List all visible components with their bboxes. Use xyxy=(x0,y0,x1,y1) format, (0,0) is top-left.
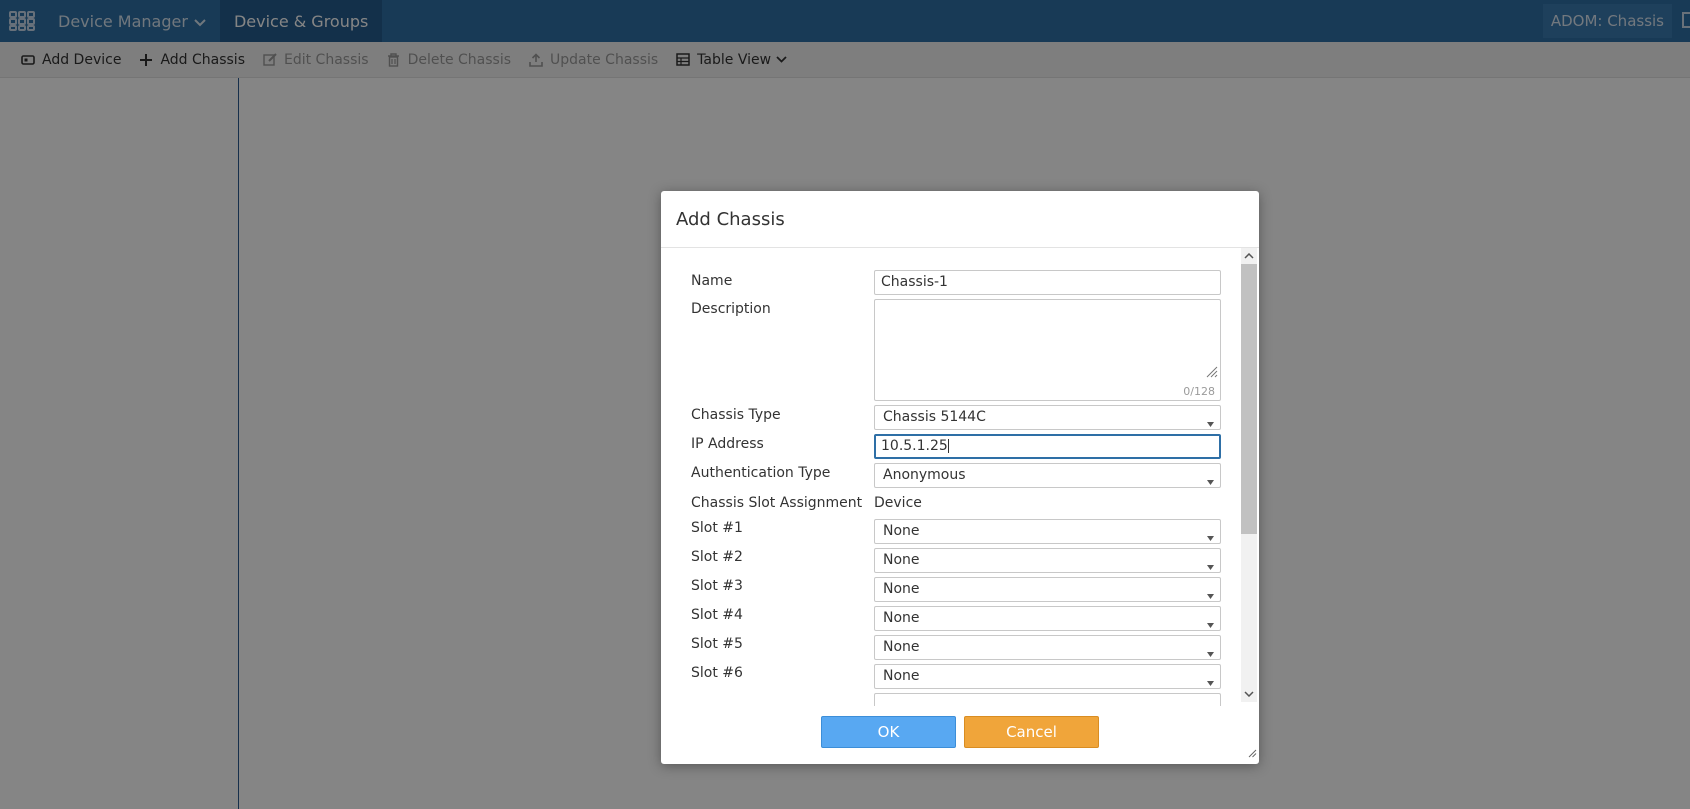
slot-label: Slot #3 xyxy=(691,578,743,594)
slot-label: Slot #5 xyxy=(691,636,743,652)
slot-label: Slot #1 xyxy=(691,520,743,536)
chassis-type-select[interactable]: Chassis 5144C xyxy=(874,405,1221,430)
caret-down-icon xyxy=(1207,587,1214,603)
slot-label: Slot #4 xyxy=(691,607,743,623)
slot-4-select[interactable]: None xyxy=(874,606,1221,631)
ip-address-value: 10.5.1.25 xyxy=(881,438,948,454)
slot-value: None xyxy=(883,668,920,684)
description-char-counter: 0/128 xyxy=(1183,385,1215,398)
slot-device-header: Device xyxy=(874,495,922,511)
chassis-type-label: Chassis Type xyxy=(691,407,781,423)
dialog-body: Name Chassis-1 Description 0/128 Chassis… xyxy=(661,248,1259,706)
slot-row: Slot #2 None xyxy=(691,548,1221,573)
scroll-up-icon[interactable] xyxy=(1241,248,1257,264)
slot-row: Slot #5 None xyxy=(691,635,1221,660)
dialog-header: Add Chassis xyxy=(661,191,1259,248)
chassis-type-value: Chassis 5144C xyxy=(883,409,986,425)
ip-address-label: IP Address xyxy=(691,436,764,452)
text-cursor xyxy=(947,439,949,453)
caret-down-icon xyxy=(1207,645,1214,661)
name-input[interactable]: Chassis-1 xyxy=(874,270,1221,295)
slot-2-select[interactable]: None xyxy=(874,548,1221,573)
slot-value: None xyxy=(883,639,920,655)
caret-down-icon xyxy=(1207,473,1214,489)
caret-down-icon xyxy=(1207,674,1214,690)
scrollbar-thumb[interactable] xyxy=(1241,264,1257,534)
ok-button[interactable]: OK xyxy=(821,716,956,748)
name-row: Name Chassis-1 xyxy=(691,270,1221,296)
slot-row: Slot #6 None xyxy=(691,664,1221,689)
slot-label: Slot #6 xyxy=(691,665,743,681)
ip-address-input[interactable]: 10.5.1.25 xyxy=(874,434,1221,459)
description-label: Description xyxy=(691,301,771,317)
slot-row: Slot #1 None xyxy=(691,519,1221,544)
auth-type-label: Authentication Type xyxy=(691,465,831,481)
caret-down-icon xyxy=(1207,529,1214,545)
slot-6-select[interactable]: None xyxy=(874,664,1221,689)
slot-assignment-label: Chassis Slot Assignment xyxy=(691,495,863,511)
slot-5-select[interactable]: None xyxy=(874,635,1221,660)
description-row: Description 0/128 xyxy=(691,299,1221,402)
auth-type-value: Anonymous xyxy=(883,467,966,483)
slot-1-select[interactable]: None xyxy=(874,519,1221,544)
slot-assignment-row: Chassis Slot Assignment Device xyxy=(691,495,1211,515)
dialog-title: Add Chassis xyxy=(676,208,785,230)
caret-down-icon xyxy=(1207,558,1214,574)
slot-row: Slot #4 None xyxy=(691,606,1221,631)
caret-down-icon xyxy=(1207,415,1214,431)
slot-value: None xyxy=(883,552,920,568)
ip-address-row: IP Address 10.5.1.25 xyxy=(691,434,1221,459)
resize-grip-icon[interactable] xyxy=(1206,366,1218,382)
description-textarea[interactable]: 0/128 xyxy=(874,299,1221,401)
scroll-down-icon[interactable] xyxy=(1241,686,1257,702)
cancel-button[interactable]: Cancel xyxy=(964,716,1099,748)
slot-value: None xyxy=(883,610,920,626)
name-label: Name xyxy=(691,273,733,289)
caret-down-icon xyxy=(1207,616,1214,632)
slot-row: Slot #3 None xyxy=(691,577,1221,602)
slot-3-select[interactable]: None xyxy=(874,577,1221,602)
slot-value: None xyxy=(883,581,920,597)
auth-type-select[interactable]: Anonymous xyxy=(874,463,1221,488)
chassis-type-row: Chassis Type Chassis 5144C xyxy=(691,405,1221,430)
next-slot-select-edge xyxy=(874,693,1221,706)
add-chassis-dialog: Add Chassis Name Chassis-1 Description 0… xyxy=(661,191,1259,764)
slot-label: Slot #2 xyxy=(691,549,743,565)
auth-type-row: Authentication Type Anonymous xyxy=(691,463,1221,488)
slot-value: None xyxy=(883,523,920,539)
dialog-resize-icon[interactable] xyxy=(1248,746,1257,762)
